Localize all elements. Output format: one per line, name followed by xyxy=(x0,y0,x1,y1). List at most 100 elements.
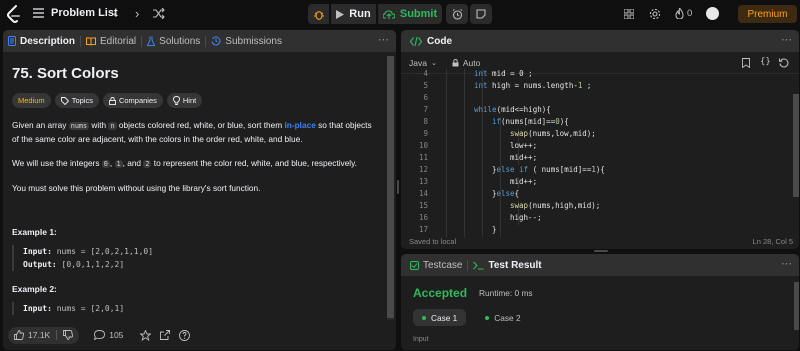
indent-guide xyxy=(500,177,501,189)
tab-testcase-label: Testcase xyxy=(423,259,463,271)
example-1-output: Output: [0,0,1,1,2,2] xyxy=(23,258,380,271)
code-token: mid++; xyxy=(510,153,538,162)
indent-guide xyxy=(500,153,501,165)
auto-mode-toggle[interactable]: Auto xyxy=(452,58,480,68)
output-label: Output: xyxy=(23,260,57,269)
horizontal-resize-handle[interactable] xyxy=(594,250,608,252)
in-place-link[interactable]: in-place xyxy=(284,120,315,130)
text-fragment: Given an array xyxy=(12,120,69,130)
settings-gear-icon[interactable] xyxy=(649,8,661,20)
description-scrollbar[interactable] xyxy=(387,56,394,318)
history-icon xyxy=(211,36,221,46)
premium-button[interactable]: Premium xyxy=(738,5,797,23)
result-status: Accepted Runtime: 0 ms xyxy=(413,286,787,300)
hint-tag[interactable]: Hint xyxy=(166,93,203,108)
test-result-panel: Testcase Test Result ⋯ Accepted Runtime:… xyxy=(401,254,799,350)
timer-button[interactable] xyxy=(446,4,468,24)
case-2-tab[interactable]: Case 2 xyxy=(476,309,529,326)
thumbs-down-icon[interactable] xyxy=(63,330,74,340)
code-scrollbar[interactable] xyxy=(793,94,799,197)
tab-description[interactable]: Description xyxy=(3,30,80,52)
shuffle-icon[interactable] xyxy=(153,8,165,19)
bug-icon xyxy=(313,10,324,20)
vertical-resize-handle[interactable] xyxy=(397,180,399,194)
star-icon[interactable] xyxy=(140,329,152,341)
tab-testcase[interactable]: Testcase xyxy=(401,254,467,276)
indent-guide xyxy=(446,117,447,129)
leetcode-logo-icon[interactable] xyxy=(7,5,21,23)
more-options-icon[interactable]: ⋯ xyxy=(781,33,792,46)
indent-guide xyxy=(482,213,483,225)
text-fragment: to represent the color red, white, and b… xyxy=(151,158,357,168)
run-button[interactable]: Run xyxy=(331,4,376,24)
topics-tag[interactable]: Topics xyxy=(54,93,99,108)
next-problem-icon[interactable]: › xyxy=(135,6,139,21)
chevron-down-icon: ⌄ xyxy=(430,59,437,67)
submit-label: Submit xyxy=(399,8,438,20)
output-value: [0,0,1,1,2,2] xyxy=(56,260,125,269)
code-editor[interactable]: 4 int mid = 0 ; 5 int high = nums.length-1 … xyxy=(401,69,799,249)
indent-guide xyxy=(464,69,465,81)
indent-guide xyxy=(446,201,447,213)
code-line: 13 mid++; xyxy=(401,177,781,189)
result-content: Accepted Runtime: 0 ms Case 1 Case 2 Inp… xyxy=(401,286,799,343)
indent-guide xyxy=(482,165,483,177)
code-token: (mid<=high){ xyxy=(496,105,551,114)
tab-test-result[interactable]: Test Result xyxy=(468,254,546,276)
notes-button[interactable] xyxy=(470,4,492,24)
avatar[interactable] xyxy=(706,7,719,20)
document-icon xyxy=(8,36,16,46)
companies-label: Companies xyxy=(118,96,157,105)
tab-editorial[interactable]: Editorial xyxy=(81,30,141,52)
line-number: 14 xyxy=(418,189,428,198)
text-fragment: with xyxy=(89,120,109,130)
tab-solutions[interactable]: Solutions xyxy=(142,30,205,52)
problem-list-button[interactable]: Problem List xyxy=(33,7,118,19)
prev-problem-icon[interactable]: ‹ xyxy=(113,6,117,21)
code-brackets-icon xyxy=(410,36,422,46)
code-tab-label: Code xyxy=(427,35,452,47)
more-options-icon[interactable]: ⋯ xyxy=(781,257,792,270)
problem-statement-1: Given an array nums with n objects color… xyxy=(12,119,380,146)
code-line: 12}else if ( nums[mid]==1){ xyxy=(401,165,781,177)
line-number: 5 xyxy=(423,81,428,90)
more-options-icon[interactable]: ⋯ xyxy=(378,33,389,46)
list-icon xyxy=(33,8,44,18)
companies-tag[interactable]: Companies xyxy=(102,93,163,108)
line-number: 9 xyxy=(423,129,428,138)
indent-guide xyxy=(464,117,465,129)
streak-counter[interactable]: 0 xyxy=(675,8,692,19)
indent-guide xyxy=(500,213,501,225)
text-fragment: We will use the integers xyxy=(12,158,102,168)
code-tab[interactable]: Code xyxy=(401,30,457,52)
code-line: 6 xyxy=(401,93,781,105)
run-label: Run xyxy=(349,8,371,20)
language-select[interactable]: Java ⌄ xyxy=(401,58,437,68)
code-token: (nums[mid]== xyxy=(501,117,556,126)
tab-submissions-label: Submissions xyxy=(225,35,282,47)
layout-grid-icon[interactable] xyxy=(624,9,634,19)
inline-code: 1 xyxy=(114,160,123,168)
reset-icon[interactable] xyxy=(779,58,789,68)
inline-code: nums xyxy=(68,122,90,130)
indent-guide xyxy=(482,141,483,153)
submit-button[interactable]: Submit xyxy=(378,4,442,24)
thumbs-up-icon[interactable] xyxy=(14,330,24,340)
share-icon[interactable] xyxy=(160,330,171,340)
tab-submissions[interactable]: Submissions xyxy=(206,30,287,52)
help-icon[interactable] xyxy=(179,329,191,341)
result-scrollbar[interactable] xyxy=(794,282,799,330)
format-code-icon[interactable]: {} xyxy=(760,57,771,67)
problem-tags: Medium Topics Companies Hint xyxy=(12,93,380,108)
comments-button[interactable]: 105 xyxy=(94,330,123,340)
indent-guide xyxy=(446,141,447,153)
lock-icon xyxy=(452,58,459,66)
case-1-tab[interactable]: Case 1 xyxy=(413,309,467,326)
code-token: while xyxy=(474,105,497,114)
example-1-title: Example 1: xyxy=(12,227,57,237)
indent-guide xyxy=(446,81,447,93)
input-label: Input: xyxy=(23,247,52,256)
code-token: int xyxy=(474,69,488,78)
bookmark-icon[interactable] xyxy=(742,58,750,68)
debug-button[interactable] xyxy=(308,4,329,24)
